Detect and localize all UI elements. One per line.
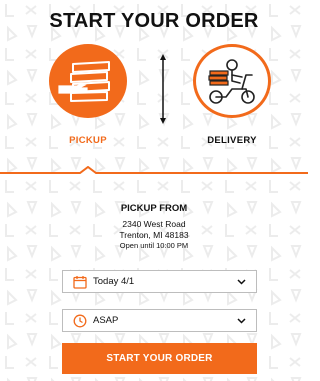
delivery-label: DELIVERY — [207, 135, 257, 146]
clock-icon — [73, 314, 87, 327]
store-city: Trenton, MI 48183 — [119, 230, 189, 240]
date-value: Today 4/1 — [93, 276, 135, 287]
time-value: ASAP — [93, 315, 119, 326]
chevron-down-icon — [237, 278, 246, 285]
selected-tab-indicator — [0, 166, 308, 174]
calendar-icon — [73, 275, 87, 289]
pickup-circle — [49, 44, 127, 118]
pickup-label: PICKUP — [69, 135, 107, 146]
date-select[interactable]: Today 4/1 — [62, 270, 257, 293]
time-select[interactable]: ASAP — [62, 309, 257, 332]
page-title: START YOUR ORDER — [49, 10, 259, 32]
pizza-boxes-hand-icon — [58, 61, 110, 102]
chevron-down-icon — [237, 317, 246, 324]
store-hours: Open until 10:00 PM — [119, 241, 189, 250]
delivery-circle — [193, 44, 271, 118]
pickup-option[interactable]: PICKUP — [38, 44, 138, 146]
pickup-from-heading: PICKUP FROM — [120, 203, 188, 214]
store-street: 2340 West Road — [122, 219, 186, 229]
delivery-scooter-icon — [208, 59, 255, 104]
delivery-option[interactable]: DELIVERY — [182, 44, 282, 146]
double-arrow-icon — [160, 54, 166, 124]
start-order-button[interactable]: START YOUR ORDER — [62, 343, 257, 374]
order-panel: START YOUR ORDER PICKUP DELIVERY PICKUP … — [0, 0, 308, 381]
